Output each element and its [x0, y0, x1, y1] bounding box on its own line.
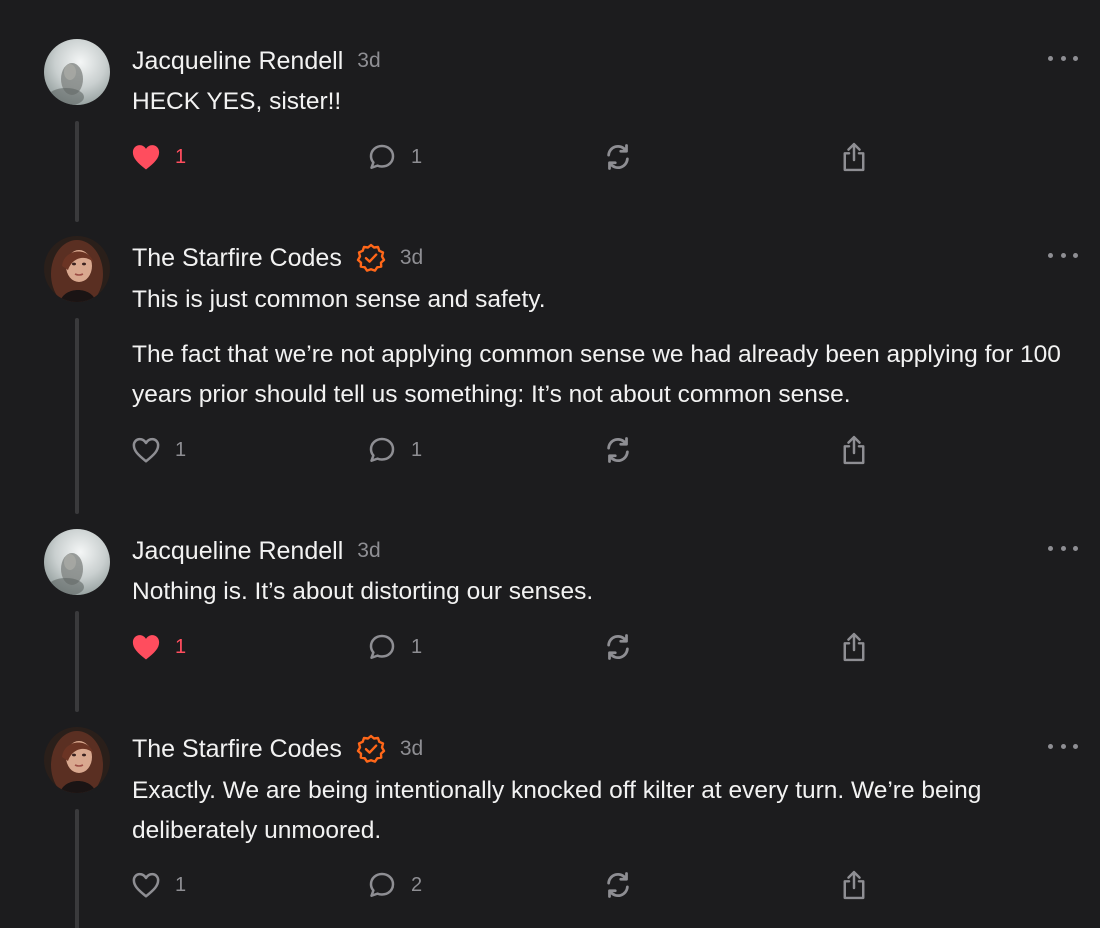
like-button[interactable]: 1 [131, 629, 186, 665]
like-button[interactable]: 1 [131, 867, 186, 903]
heart-filled-icon [131, 143, 161, 171]
share-button[interactable] [839, 139, 869, 175]
avatar-the-starfire-codes[interactable] [44, 236, 110, 302]
like-button[interactable]: 1 [131, 432, 186, 468]
comment-actions: 1 1 [0, 432, 1100, 468]
comment-actions: 1 2 [0, 867, 1100, 903]
comment-body: HECK YES, sister!! [132, 82, 1082, 122]
reply-count: 1 [411, 438, 423, 461]
more-options-icon[interactable] [1048, 53, 1078, 63]
speech-bubble-icon [367, 870, 397, 900]
heart-outline-icon [131, 871, 161, 899]
restack-icon [603, 142, 633, 172]
heart-filled-icon [131, 633, 161, 661]
comment-paragraph: Nothing is. It’s about distorting our se… [132, 578, 594, 605]
timestamp[interactable]: 3d [400, 246, 423, 270]
more-options-icon[interactable] [1048, 741, 1078, 751]
share-button[interactable] [839, 867, 869, 903]
like-count: 1 [175, 873, 187, 896]
restack-button[interactable] [603, 867, 633, 903]
more-options-icon[interactable] [1048, 543, 1078, 553]
share-icon [839, 141, 869, 173]
comment-thread: Jacqueline Rendell 3d HECK YES, sister!!… [0, 0, 1100, 928]
like-count: 1 [175, 145, 187, 168]
comment-paragraph: Exactly. We are being intentionally knoc… [132, 777, 982, 844]
comment-paragraph: HECK YES, sister!! [132, 88, 342, 115]
comment-header: Jacqueline Rendell 3d [132, 534, 381, 568]
speech-bubble-icon [367, 632, 397, 662]
avatar-jacqueline-rendell[interactable] [44, 529, 110, 595]
restack-icon [603, 632, 633, 662]
heart-outline-icon [131, 436, 161, 464]
reply-button[interactable]: 1 [367, 139, 422, 175]
verified-check-badge-icon [356, 243, 386, 273]
like-count: 1 [175, 438, 187, 461]
restack-icon [603, 870, 633, 900]
comment-body: This is just common sense and safety. Th… [132, 280, 1082, 415]
verified-check-badge-icon [356, 734, 386, 764]
like-count: 1 [175, 635, 187, 658]
timestamp[interactable]: 3d [357, 49, 380, 73]
speech-bubble-icon [367, 435, 397, 465]
comment-actions: 1 1 [0, 139, 1100, 175]
share-icon [839, 869, 869, 901]
comment-header: Jacqueline Rendell 3d [132, 44, 381, 78]
like-button[interactable]: 1 [131, 139, 186, 175]
comment-body: Nothing is. It’s about distorting our se… [132, 572, 1082, 612]
speech-bubble-icon [367, 142, 397, 172]
author-name[interactable]: The Starfire Codes [132, 735, 342, 764]
comment-paragraph: This is just common sense and safety. [132, 286, 546, 313]
avatar-the-starfire-codes[interactable] [44, 727, 110, 793]
author-name[interactable]: Jacqueline Rendell [132, 537, 343, 566]
comment-header: The Starfire Codes 3d [132, 241, 423, 275]
reply-count: 2 [411, 873, 423, 896]
reply-count: 1 [411, 145, 423, 168]
restack-button[interactable] [603, 139, 633, 175]
more-options-icon[interactable] [1048, 250, 1078, 260]
comment-actions: 1 1 [0, 629, 1100, 665]
share-button[interactable] [839, 432, 869, 468]
author-name[interactable]: The Starfire Codes [132, 244, 342, 273]
restack-button[interactable] [603, 629, 633, 665]
comment-header: The Starfire Codes 3d [132, 732, 423, 766]
author-name[interactable]: Jacqueline Rendell [132, 47, 343, 76]
reply-button[interactable]: 1 [367, 629, 422, 665]
reply-button[interactable]: 1 [367, 432, 422, 468]
thread-line [75, 318, 79, 514]
timestamp[interactable]: 3d [400, 737, 423, 761]
share-button[interactable] [839, 629, 869, 665]
restack-icon [603, 435, 633, 465]
share-icon [839, 434, 869, 466]
avatar-jacqueline-rendell[interactable] [44, 39, 110, 105]
share-icon [839, 631, 869, 663]
comment-paragraph: The fact that we’re not applying common … [132, 341, 1061, 408]
reply-count: 1 [411, 635, 423, 658]
reply-button[interactable]: 2 [367, 867, 422, 903]
restack-button[interactable] [603, 432, 633, 468]
comment-body: Exactly. We are being intentionally knoc… [132, 771, 1082, 851]
timestamp[interactable]: 3d [357, 539, 380, 563]
